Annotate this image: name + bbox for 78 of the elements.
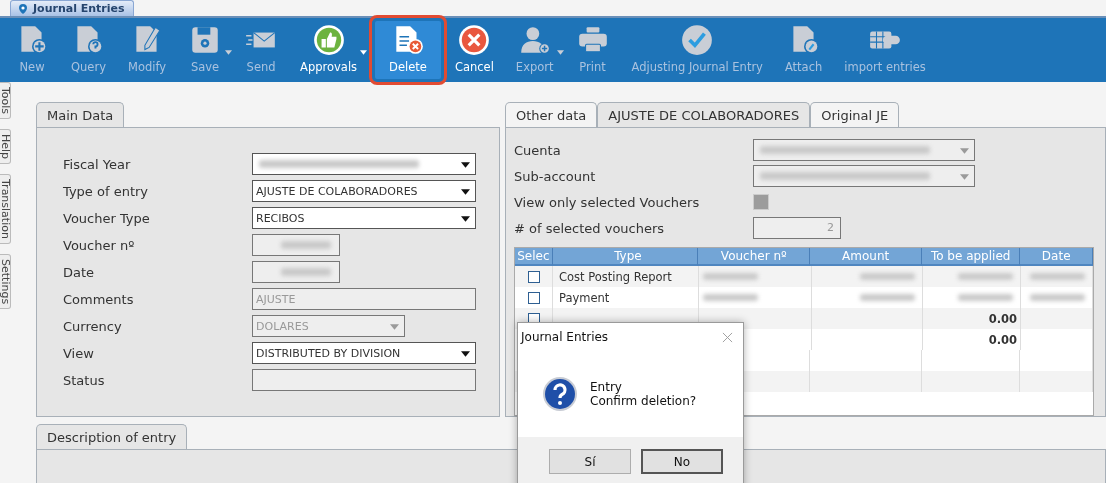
toolbar-button[interactable]: Modify [121, 20, 177, 82]
dialog-title: Journal Entries [521, 330, 609, 344]
dropdown-arrow-icon [461, 351, 470, 357]
dialog-message: Entry [590, 380, 623, 394]
dropdown-arrow-icon [461, 189, 470, 195]
dropdown-caret-icon [360, 50, 368, 55]
field-label: Voucher Type [63, 210, 151, 226]
side-tab[interactable]: Translation [0, 174, 11, 245]
dropdown-arrow-icon [461, 216, 470, 222]
panel-tab[interactable]: Main Data [36, 102, 125, 127]
field-label: Currency [63, 318, 123, 334]
dropdown-field[interactable] [753, 165, 975, 187]
dropdown-caret-icon [556, 50, 564, 55]
checkbox[interactable] [527, 291, 540, 304]
dropdown-arrow-icon [461, 162, 470, 168]
panel-tab[interactable]: Original JE [810, 102, 900, 127]
side-tab[interactable]: Tools [0, 82, 11, 120]
window-tab[interactable]: Journal Entries [10, 0, 134, 16]
dropdown-field[interactable]: AJUSTE DE COLABORADORES [252, 180, 476, 202]
field-label: View only selected Vouchers [514, 194, 701, 210]
toolbar-button[interactable]: Cancel [448, 20, 504, 82]
blurred-value [703, 294, 758, 301]
toolbar-button[interactable]: Approvals [294, 20, 368, 82]
thumbs-up-icon [311, 23, 346, 57]
blurred-value [958, 273, 1013, 280]
window-tab-title: Journal Entries [33, 2, 125, 15]
dropdown-arrow-icon [960, 148, 969, 154]
pin-icon [17, 2, 29, 15]
cancel-icon [457, 23, 492, 57]
toolbar-button[interactable]: Adjusting Journal Entry [625, 20, 773, 82]
dropdown-caret-icon [225, 50, 233, 55]
blurred-value [1030, 273, 1085, 280]
field-label: # of selected vouchers [514, 220, 666, 236]
dialog-message: Confirm deletion? [590, 394, 697, 408]
blurred-value [1030, 294, 1085, 301]
table-row[interactable]: Cost Posting Report [515, 266, 1093, 287]
checkmark-icon [680, 23, 715, 57]
table-cell: Payment [559, 290, 610, 305]
dropdown-field[interactable]: RECIBOS [252, 207, 476, 229]
table-cell: 0.00 [988, 311, 1017, 326]
field-label: Status [63, 372, 106, 388]
dropdown-arrow-icon [390, 324, 399, 330]
field-label: Sub-account [514, 168, 597, 184]
dropdown-arrow-icon [960, 174, 969, 180]
table-cell: 0.00 [988, 332, 1017, 347]
blurred-value [703, 273, 758, 280]
checkbox[interactable] [527, 270, 540, 283]
toolbar-button[interactable]: Query [65, 20, 116, 82]
dropdown-field[interactable]: DISTRIBUTED BY DIVISION [252, 342, 476, 364]
field-label: Type of entry [63, 183, 150, 199]
panel-tab[interactable]: Description of entry [36, 424, 188, 449]
dropdown-field[interactable] [753, 139, 975, 161]
blurred-value [281, 241, 331, 249]
question-icon [542, 376, 578, 412]
blurred-value [860, 273, 915, 280]
dialog-button[interactable]: Sí [549, 449, 631, 474]
field-label: Comments [63, 291, 135, 307]
close-icon[interactable] [722, 331, 733, 343]
field-label: View [63, 345, 95, 361]
toolbar-button[interactable]: Export [509, 20, 564, 82]
table-cell: Cost Posting Report [559, 269, 672, 284]
field-label: Fiscal Year [63, 156, 132, 172]
panel-tab[interactable]: AJUSTE DE COLABORADORES [597, 102, 811, 127]
toolbar-button[interactable]: Save [182, 20, 233, 82]
dropdown-field[interactable] [252, 153, 476, 175]
toolbar-button[interactable]: New [9, 20, 59, 82]
blurred-value [281, 268, 331, 276]
toolbar-button[interactable]: Attach [778, 20, 833, 82]
field-label: Cuenta [514, 142, 562, 158]
panel-tab[interactable]: Other data [505, 102, 598, 127]
dialog-button[interactable]: No [641, 449, 723, 474]
toolbar-button[interactable]: Send [238, 20, 289, 82]
toolbar-button[interactable]: import entries [838, 20, 936, 82]
toolbar-button[interactable]: Print [569, 20, 620, 82]
field-label: Voucher nº [63, 237, 136, 253]
field-label: Date [63, 264, 96, 280]
blurred-value [958, 294, 1013, 301]
blurred-value [860, 294, 915, 301]
